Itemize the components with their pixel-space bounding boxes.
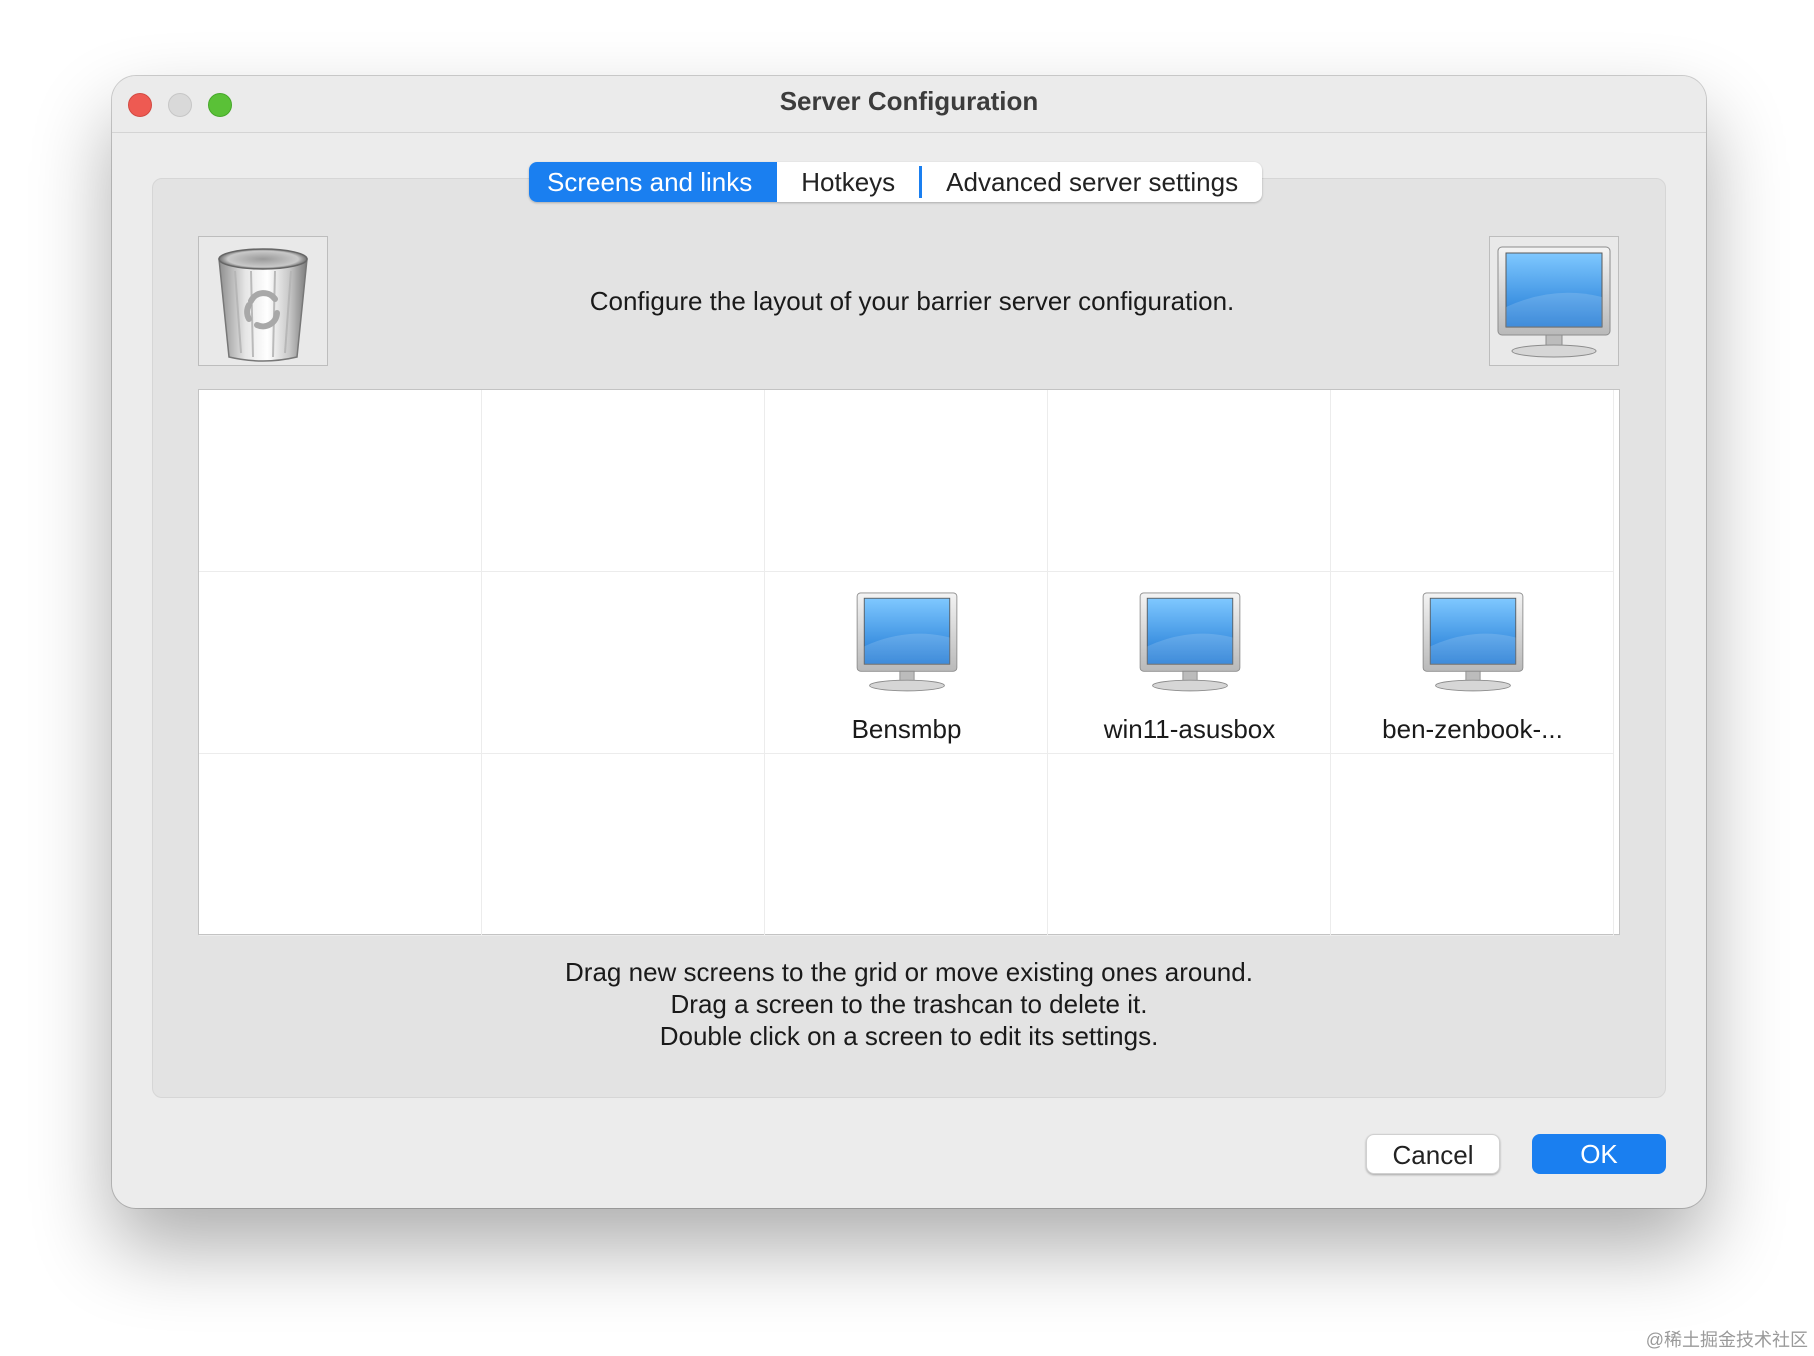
server-configuration-window: Server Configuration Screens and links H… [112,76,1706,1208]
grid-cell[interactable] [199,754,482,936]
grid-cell[interactable] [482,754,765,936]
configure-instructions: Configure the layout of your barrier ser… [589,286,1235,316]
screen-tile[interactable]: Bensmbp [765,572,1048,754]
grid-cell[interactable] [765,754,1048,936]
screen-layout-grid[interactable]: Bensmbp win11-asusbox ben-zenbook-... [198,389,1620,936]
tab-screens-and-links[interactable]: Screens and links [529,162,778,202]
screen-name-label: win11-asusbox [1103,714,1276,744]
monitor-icon [850,584,964,703]
ok-button[interactable]: OK [1532,1134,1666,1174]
new-screen-drag-source[interactable] [1489,236,1619,366]
screen-name-label: Bensmbp [851,714,962,744]
monitor-icon [1497,246,1611,358]
screen-tile[interactable]: ben-zenbook-... [1331,572,1614,754]
grid-cell[interactable] [765,390,1048,572]
cancel-button[interactable]: Cancel [1366,1134,1500,1174]
window-title: Server Configuration [779,86,1039,116]
help-line-3: Double click on a screen to edit its set… [659,1021,1159,1051]
grid-cell[interactable] [1048,754,1331,936]
grid-cell[interactable] [1048,390,1331,572]
screen-tile[interactable]: win11-asusbox [1048,572,1331,754]
grid-cell[interactable] [1331,390,1614,572]
trash-drop-target[interactable] [198,236,328,366]
grid-cell[interactable]: Bensmbp [765,572,1048,754]
grid-cell[interactable] [1331,754,1614,936]
monitor-icon [1133,584,1247,703]
title-bar: Server Configuration [112,76,1706,133]
tab-bar: Screens and links Hotkeys Advanced serve… [529,162,1263,202]
help-line-1: Drag new screens to the grid or move exi… [565,957,1253,987]
monitor-icon [1416,584,1530,703]
grid-cell[interactable] [199,390,482,572]
tab-hotkeys[interactable]: Hotkeys [777,162,919,202]
screen-name-label: ben-zenbook-... [1382,714,1563,744]
grid-cell[interactable]: win11-asusbox [1048,572,1331,754]
grid-cell[interactable] [482,572,765,754]
watermark: @稀土掘金技术社区 [1645,1330,1808,1350]
grid-cell[interactable] [199,572,482,754]
grid-cell[interactable]: ben-zenbook-... [1331,572,1614,754]
grid-cell[interactable] [482,390,765,572]
help-line-2: Drag a screen to the trashcan to delete … [670,989,1148,1019]
tab-advanced-server-settings[interactable]: Advanced server settings [922,162,1262,202]
trash-can-icon [218,248,308,362]
help-text: Drag new screens to the grid or move exi… [198,956,1620,1052]
